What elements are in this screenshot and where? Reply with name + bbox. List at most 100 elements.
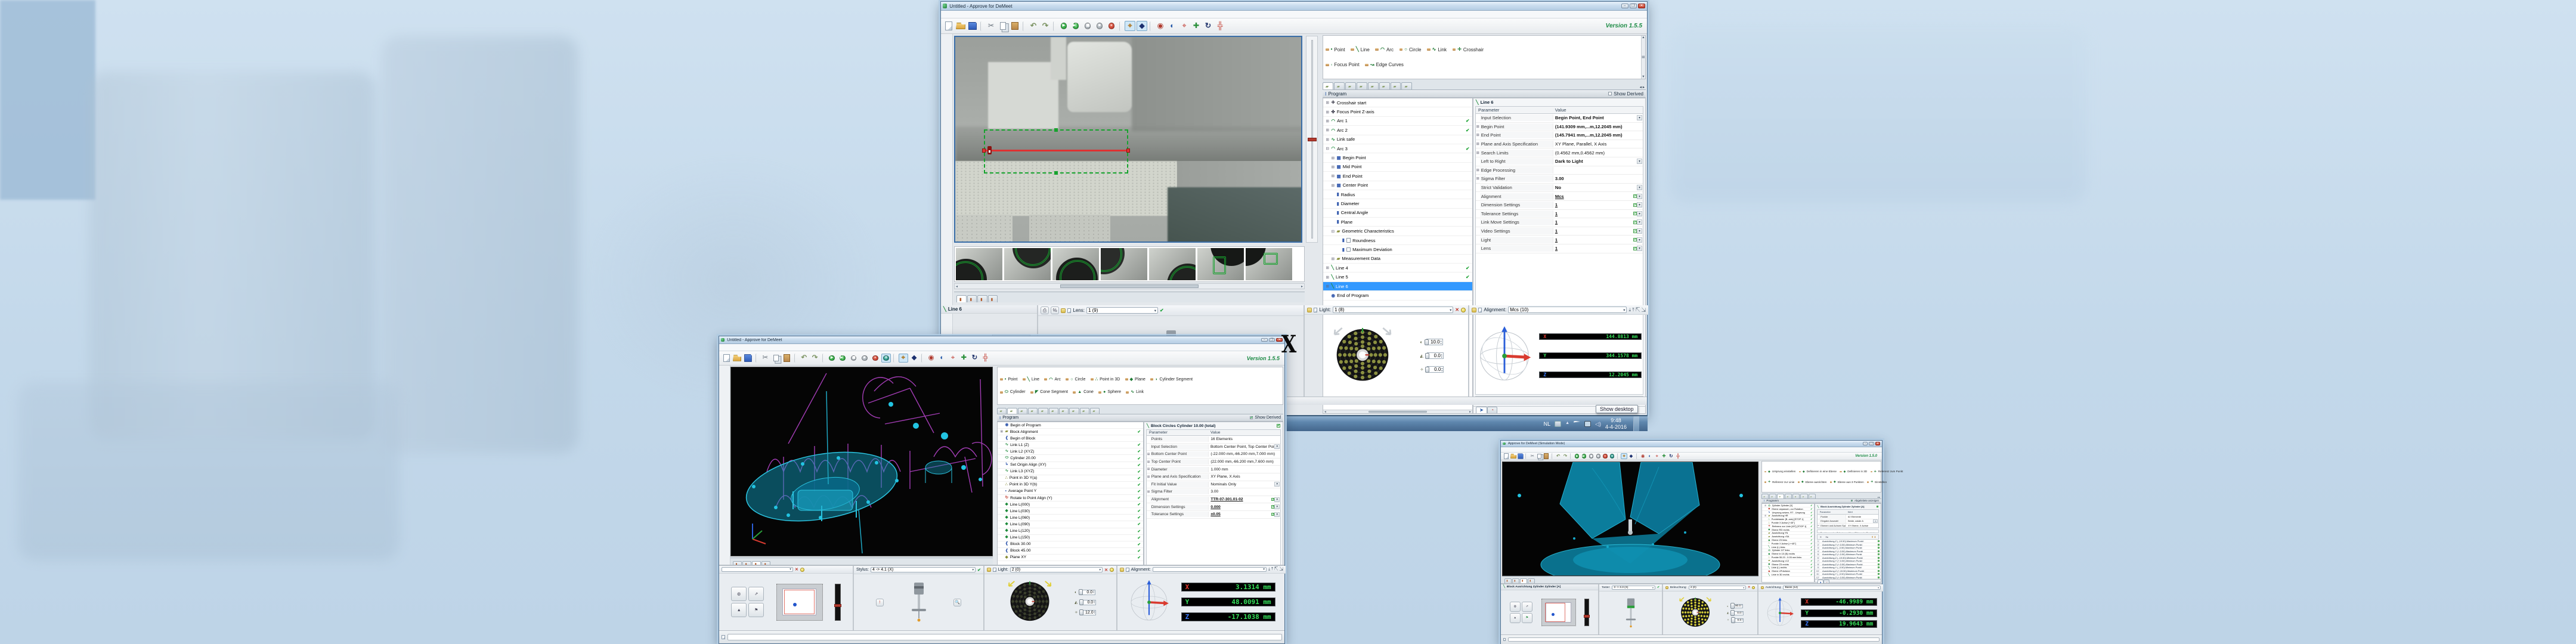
filmstrip-scrollbar[interactable]: ◂▸ bbox=[954, 283, 1305, 289]
property-row[interactable]: ⊞Ebenen und Achsen SpezifikationXY Ebene… bbox=[1818, 524, 1878, 528]
toolbar-button[interactable] bbox=[756, 354, 758, 362]
alignment-dropdown[interactable]: Basis (14) bbox=[1783, 586, 1881, 590]
program-tree-row[interactable]: ╲Linie in 3D rechts✔ bbox=[1762, 573, 1814, 577]
toolbar-button[interactable] bbox=[893, 354, 896, 362]
property-row[interactable]: ⊞Begin Point(141.9309 mm,...m,12.2045 mm… bbox=[1476, 123, 1643, 132]
3d-view[interactable] bbox=[1502, 462, 1758, 576]
tab[interactable] bbox=[997, 408, 1007, 414]
lock-icon[interactable] bbox=[1472, 308, 1476, 312]
side-tool-icon[interactable] bbox=[721, 367, 729, 374]
property-value[interactable]: 3.00 bbox=[1209, 489, 1280, 494]
tab[interactable] bbox=[1018, 408, 1027, 414]
toolbar-button[interactable] bbox=[1094, 21, 1105, 31]
side-tool-icon[interactable] bbox=[943, 36, 951, 44]
side-tool-icon[interactable] bbox=[721, 484, 729, 491]
program-tree-row[interactable]: ⊞▰Block Alignment✔ bbox=[998, 429, 1143, 435]
alignment-dropdown[interactable] bbox=[1153, 567, 1267, 572]
toolbar-button[interactable] bbox=[1628, 453, 1634, 459]
toolbar-button[interactable] bbox=[980, 21, 983, 31]
jog-button[interactable]: ⚑ bbox=[1522, 613, 1532, 623]
palette-item[interactable]: •Point bbox=[1000, 377, 1017, 382]
toolbar-button[interactable] bbox=[799, 354, 809, 363]
point-link[interactable]: Ausrichtung.Y (+;3.50).Minimum Punkt bbox=[1822, 543, 1875, 546]
expander-icon[interactable]: ⊞ bbox=[1476, 177, 1480, 181]
toolbar-button[interactable] bbox=[1518, 453, 1524, 459]
title-bar[interactable]: Approve for DeMeet (Simulation Mode) –❐✕ bbox=[1501, 441, 1882, 447]
axis-option-icons[interactable]: ⤓ ⤒ ⇱ ⇲ bbox=[1628, 307, 1646, 313]
expander-icon[interactable]: ⊞ bbox=[1476, 133, 1480, 137]
program-tree-row[interactable]: ❰Block 45.00✔ bbox=[998, 548, 1143, 555]
property-value[interactable]: ±0.05 bbox=[1209, 512, 1271, 517]
property-value[interactable]: 1 bbox=[1553, 228, 1633, 234]
point-link[interactable]: Ausrichtung.Z (-;19.50).Minimum Punkt bbox=[1822, 556, 1875, 559]
property-row[interactable]: Light1⇗▾ bbox=[1476, 236, 1643, 244]
minimize-button[interactable]: – bbox=[1863, 442, 1868, 445]
tab[interactable] bbox=[1792, 494, 1800, 498]
program-tree-row[interactable]: ⊞▰Measurement Data✔ bbox=[1323, 255, 1472, 264]
side-tool-icon[interactable] bbox=[721, 421, 729, 428]
program-tree-row[interactable]: ∿Link L3 (XYZ)✔ bbox=[998, 469, 1143, 475]
toolbar-button[interactable] bbox=[1529, 453, 1535, 459]
program-tree-row[interactable]: ⊞╲Line 5✔ bbox=[1323, 273, 1472, 281]
tab[interactable] bbox=[1769, 494, 1776, 498]
light-bulb-icon[interactable] bbox=[1110, 568, 1114, 572]
program-tree-row[interactable]: ∴Point in 3D Y(a)✔ bbox=[998, 475, 1143, 482]
tab[interactable] bbox=[1038, 408, 1048, 414]
palette-item[interactable]: ○Circle bbox=[1066, 377, 1085, 382]
slider-knob[interactable] bbox=[1730, 603, 1735, 609]
property-value[interactable]: Beide, axiale A bbox=[1846, 519, 1873, 523]
palette-item[interactable]: ↝Edge Curves bbox=[1365, 62, 1404, 67]
palette-item[interactable]: ◆Ebene aus 3 Punkten bbox=[1830, 481, 1864, 484]
property-value[interactable]: Bottom Center Point, Top Center Point bbox=[1209, 444, 1274, 450]
lock-icon[interactable] bbox=[987, 568, 991, 572]
program-tree-row[interactable]: ⊞▦Center Point✔ bbox=[1323, 181, 1472, 190]
property-row[interactable]: ⊞Bottom Center Point(-22.000 mm,-66.200 … bbox=[1147, 451, 1280, 459]
line-end-handle[interactable] bbox=[1126, 148, 1130, 153]
maximize-button[interactable]: ❐ bbox=[1869, 442, 1874, 445]
program-tree-row[interactable]: ↻Rotate to Point Align (Y)✔ bbox=[998, 495, 1143, 501]
program-tree-row[interactable]: ◆Plane XY✔ bbox=[998, 555, 1143, 561]
light-off-icon[interactable]: ✕ bbox=[1455, 307, 1459, 312]
toolbar-button[interactable] bbox=[1125, 21, 1135, 31]
property-value[interactable]: Mcs bbox=[1553, 193, 1633, 200]
toolbar-button[interactable] bbox=[1661, 453, 1667, 459]
tab[interactable] bbox=[977, 295, 987, 302]
program-tree-row[interactable]: ▮Plane✔ bbox=[1323, 218, 1472, 227]
program-tree-row[interactable]: ❰Block 30.00✔ bbox=[998, 541, 1143, 548]
delete-all-icon[interactable]: ✕▸ bbox=[1825, 535, 1828, 538]
point-link[interactable]: Ausrichtung.Z (+;3.50).Maximum Punkt bbox=[1822, 563, 1875, 566]
ring-light-dial[interactable] bbox=[1005, 577, 1055, 628]
light-intensity-slider[interactable] bbox=[1306, 36, 1318, 243]
point-check-icon[interactable]: ✔ bbox=[1878, 544, 1880, 546]
keyboard-tray-icon[interactable] bbox=[1555, 421, 1561, 427]
point-check-icon[interactable]: ✔ bbox=[1878, 550, 1880, 552]
side-tool-icon[interactable] bbox=[943, 59, 951, 67]
title-bar[interactable]: Untitled - Approve for DeMeet –❐✕ bbox=[719, 336, 1284, 344]
measurement-thumbnail[interactable] bbox=[1246, 248, 1292, 280]
point-check-icon[interactable]: ✔ bbox=[1878, 577, 1880, 578]
program-tree-row[interactable]: ⊞✛Crosshair start✔ bbox=[1323, 98, 1472, 107]
dropdown-arrow-icon[interactable]: ▾ bbox=[1637, 228, 1642, 234]
toolbar-button[interactable] bbox=[1668, 453, 1674, 459]
tab[interactable] bbox=[1357, 82, 1367, 89]
slider-value-box[interactable]: 0.0▴▾ bbox=[1427, 366, 1444, 373]
toolbar-button[interactable] bbox=[909, 354, 919, 363]
toolbar-button[interactable] bbox=[1053, 21, 1056, 31]
property-row[interactable]: ⊞Search Limits(0.4562 mm,0.4562 mm)⇗▾ bbox=[1476, 148, 1643, 157]
palette-item[interactable]: •Point bbox=[1326, 47, 1345, 52]
close-button[interactable]: ✕ bbox=[1638, 4, 1645, 8]
property-value[interactable]: XY Ebene, X Achse bbox=[1846, 524, 1878, 528]
title-bar[interactable]: Untitled - Approve for DeMeet –❐✕ bbox=[941, 2, 1647, 11]
volume-tray-icon[interactable]: ◁) bbox=[1595, 421, 1601, 427]
tab[interactable] bbox=[1504, 578, 1512, 583]
toolbar-button[interactable] bbox=[1179, 21, 1190, 31]
toolbar-button[interactable] bbox=[1570, 453, 1572, 459]
tab[interactable] bbox=[1528, 578, 1535, 583]
program-tree-row[interactable]: ◉Begin of Program✔ bbox=[998, 422, 1143, 429]
light-bulb-icon[interactable] bbox=[1461, 308, 1466, 312]
tab[interactable] bbox=[1090, 408, 1100, 414]
expander-icon[interactable]: ⊞ bbox=[1326, 265, 1329, 270]
line-end-handle[interactable] bbox=[982, 148, 986, 153]
palette-item[interactable]: ◆Ursprung einstellen bbox=[1764, 470, 1795, 473]
program-tree-row[interactable]: ⊞▦Begin Point✔ bbox=[1323, 153, 1472, 162]
